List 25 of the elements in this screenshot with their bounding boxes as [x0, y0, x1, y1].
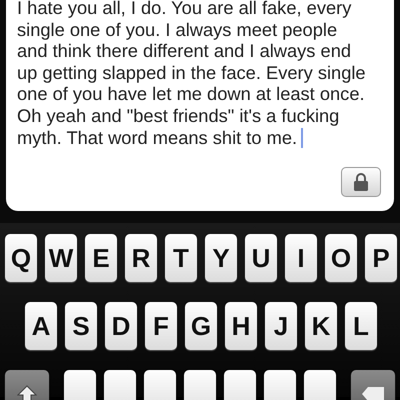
letter-key[interactable]: I: [285, 234, 317, 282]
letter-key[interactable]: W: [45, 234, 77, 282]
note-text: I hate you all, I do. You are all fake, every single one of you. I always meet people and think there different and I always end up getting slapped in the face. Every single one of you have let me down at least once. Oh yeah and "best friends" it's a fucking myth. That word means shit to me.: [17, 0, 367, 148]
letter-key[interactable]: J: [265, 302, 297, 350]
letter-key[interactable]: F: [145, 302, 177, 350]
letter-key[interactable]: R: [125, 234, 157, 282]
letter-key[interactable]: O: [325, 234, 357, 282]
lock-icon: [354, 173, 368, 191]
note-text-area[interactable]: [6, 0, 394, 211]
letter-key[interactable]: D: [105, 302, 137, 350]
letter-key[interactable]: S: [65, 302, 97, 350]
letter-key[interactable]: P: [365, 234, 397, 282]
letter-key[interactable]: U: [245, 234, 277, 282]
letter-key[interactable]: G: [185, 302, 217, 350]
letter-key[interactable]: H: [225, 302, 257, 350]
letter-key[interactable]: E: [85, 234, 117, 282]
letter-key[interactable]: K: [305, 302, 337, 350]
letter-key[interactable]: Y: [205, 234, 237, 282]
letter-key[interactable]: T: [165, 234, 197, 282]
delete-icon: [361, 386, 385, 400]
letter-key[interactable]: L: [345, 302, 377, 350]
shift-arrow-icon: [17, 385, 37, 400]
letter-key[interactable]: A: [25, 302, 57, 350]
lock-button[interactable]: [341, 167, 381, 197]
letter-key[interactable]: Q: [5, 234, 37, 282]
